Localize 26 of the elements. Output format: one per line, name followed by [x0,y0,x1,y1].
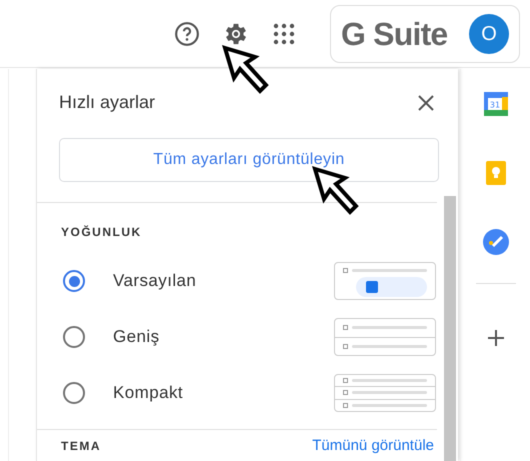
view-all-link[interactable]: Tümünü görüntüle [312,435,434,458]
density-preview-icon [334,374,436,412]
suite-logo-text: G Suite [341,14,448,54]
radio-button[interactable] [63,270,85,292]
radio-button[interactable] [63,326,85,348]
calendar-day-text: 31 [490,100,500,110]
add-icon[interactable] [487,329,505,347]
option-label: Geniş [113,326,160,348]
option-label: Varsayılan [113,270,196,292]
check-pencil-icon[interactable] [483,229,509,255]
density-preview-icon [334,262,436,300]
density-preview-icon [334,318,436,356]
section-heading: TEMA [61,438,101,456]
option-label: Kompakt [113,382,184,404]
help-icon[interactable] [174,20,200,46]
section-heading: YOĞUNLUK [61,224,142,241]
apps-grid-icon[interactable] [272,22,296,46]
calendar-icon[interactable]: 31 [483,91,509,117]
scrollbar[interactable] [444,196,456,461]
all-settings-button[interactable]: Tüm ayarları görüntüleyin [59,138,439,182]
account-chip[interactable]: G Suite O [330,4,520,62]
radio-button[interactable] [63,382,85,404]
close-icon[interactable] [418,94,434,110]
panel-title: Hızlı ayarlar [59,91,156,114]
avatar[interactable]: O [469,14,509,54]
cursor-arrow-icon [312,166,360,216]
